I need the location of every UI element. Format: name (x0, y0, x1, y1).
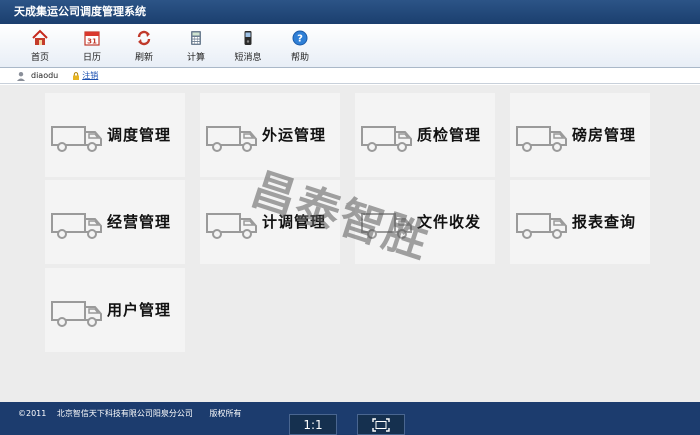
truck-icon (51, 126, 102, 152)
toolbar: 首页 31 日历 刷新 计算 短消息 ? 帮助 (0, 24, 700, 68)
truck-icon (206, 126, 257, 152)
truck-icon (361, 126, 412, 152)
module-label: 计调管理 (261, 213, 326, 231)
zoom-actual-size-button[interactable]: 1:1 (289, 414, 337, 435)
fit-screen-icon (372, 418, 390, 432)
module-label: 文件收发 (416, 213, 481, 231)
help-icon: ? (292, 30, 308, 46)
module-label: 调度管理 (106, 126, 171, 144)
module-users[interactable]: 用户管理 (45, 268, 185, 352)
toolbar-home-button[interactable]: 首页 (14, 24, 66, 68)
lock-icon (73, 71, 80, 80)
module-operations[interactable]: 经营管理 (45, 180, 185, 264)
truck-icon (206, 213, 257, 239)
module-label: 经营管理 (106, 213, 171, 231)
fit-screen-button[interactable] (357, 414, 405, 435)
toolbar-message-label: 短消息 (234, 53, 262, 63)
module-label: 磅房管理 (571, 126, 636, 144)
module-dispatch[interactable]: 调度管理 (45, 93, 185, 177)
truck-icon (516, 213, 567, 239)
toolbar-refresh-button[interactable]: 刷新 (118, 24, 170, 68)
module-shipping[interactable]: 外运管理 (200, 93, 340, 177)
module-label: 报表查询 (571, 213, 636, 231)
logout-label: 注销 (82, 70, 99, 80)
phone-icon (244, 31, 252, 45)
module-grid: 调度管理 外运管理 质检管理 磅房管理 经营管理 计调管理 文件收发 报表查询 … (0, 85, 700, 402)
calendar-icon: 31 (84, 31, 100, 46)
zoom-label: 1:1 (303, 418, 323, 432)
toolbar-calendar-label: 日历 (82, 53, 101, 63)
user-bar: diaodu 注销 (0, 68, 700, 84)
module-planning[interactable]: 计调管理 (200, 180, 340, 264)
module-reports[interactable]: 报表查询 (510, 180, 650, 264)
svg-text:?: ? (297, 34, 303, 45)
footer-copyright: ©2011 (18, 409, 47, 418)
calendar-day-text: 31 (87, 38, 97, 46)
module-weighroom[interactable]: 磅房管理 (510, 93, 650, 177)
toolbar-calculator-button[interactable]: 计算 (170, 24, 222, 68)
calculator-icon (191, 31, 201, 45)
user-icon (17, 71, 25, 81)
toolbar-calendar-button[interactable]: 31 日历 (66, 24, 118, 68)
footer-company: 北京智信天下科技有限公司阳泉分公司 (56, 409, 193, 418)
footer-rights: 版权所有 (209, 409, 242, 418)
footer: ©2011 北京智信天下科技有限公司阳泉分公司 版权所有 (0, 402, 700, 435)
toolbar-refresh-label: 刷新 (134, 53, 153, 63)
truck-icon (516, 126, 567, 152)
refresh-icon (137, 30, 151, 46)
toolbar-calculator-label: 计算 (186, 53, 205, 63)
truck-icon (361, 213, 412, 239)
toolbar-help-button[interactable]: ? 帮助 (274, 24, 326, 68)
toolbar-help-label: 帮助 (290, 53, 309, 63)
truck-icon (51, 213, 102, 239)
home-icon (32, 29, 48, 45)
window-title: 天成集运公司调度管理系统 (0, 0, 700, 24)
truck-icon (51, 301, 102, 327)
module-label: 质检管理 (416, 126, 481, 144)
module-quality[interactable]: 质检管理 (355, 93, 495, 177)
toolbar-home-label: 首页 (30, 53, 49, 63)
logout-link[interactable]: 注销 (72, 68, 98, 84)
module-label: 用户管理 (106, 301, 171, 319)
toolbar-message-button[interactable]: 短消息 (222, 24, 274, 68)
module-label: 外运管理 (261, 126, 326, 144)
module-documents[interactable]: 文件收发 (355, 180, 495, 264)
username: diaodu (31, 70, 59, 80)
